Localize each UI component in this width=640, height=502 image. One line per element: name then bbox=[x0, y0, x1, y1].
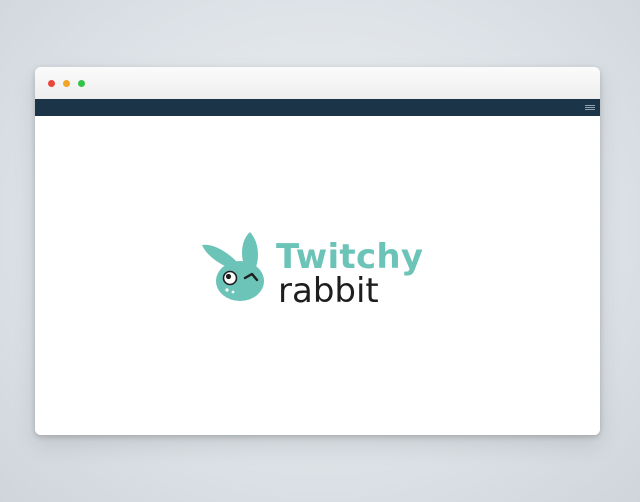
window-title-bar bbox=[35, 67, 600, 99]
maximize-window-button[interactable] bbox=[78, 80, 85, 87]
logo-wordmark-rabbit: rabbit bbox=[278, 271, 379, 311]
site-nav-bar bbox=[35, 99, 600, 116]
browser-window: Twitchy rabbit bbox=[35, 67, 600, 435]
hamburger-menu-icon[interactable] bbox=[584, 102, 596, 113]
page-content: Twitchy rabbit bbox=[35, 116, 600, 435]
close-window-button[interactable] bbox=[48, 80, 55, 87]
minimize-window-button[interactable] bbox=[63, 80, 70, 87]
twitchy-rabbit-logo[interactable]: Twitchy rabbit bbox=[200, 231, 423, 311]
rabbit-head-icon bbox=[202, 232, 264, 301]
